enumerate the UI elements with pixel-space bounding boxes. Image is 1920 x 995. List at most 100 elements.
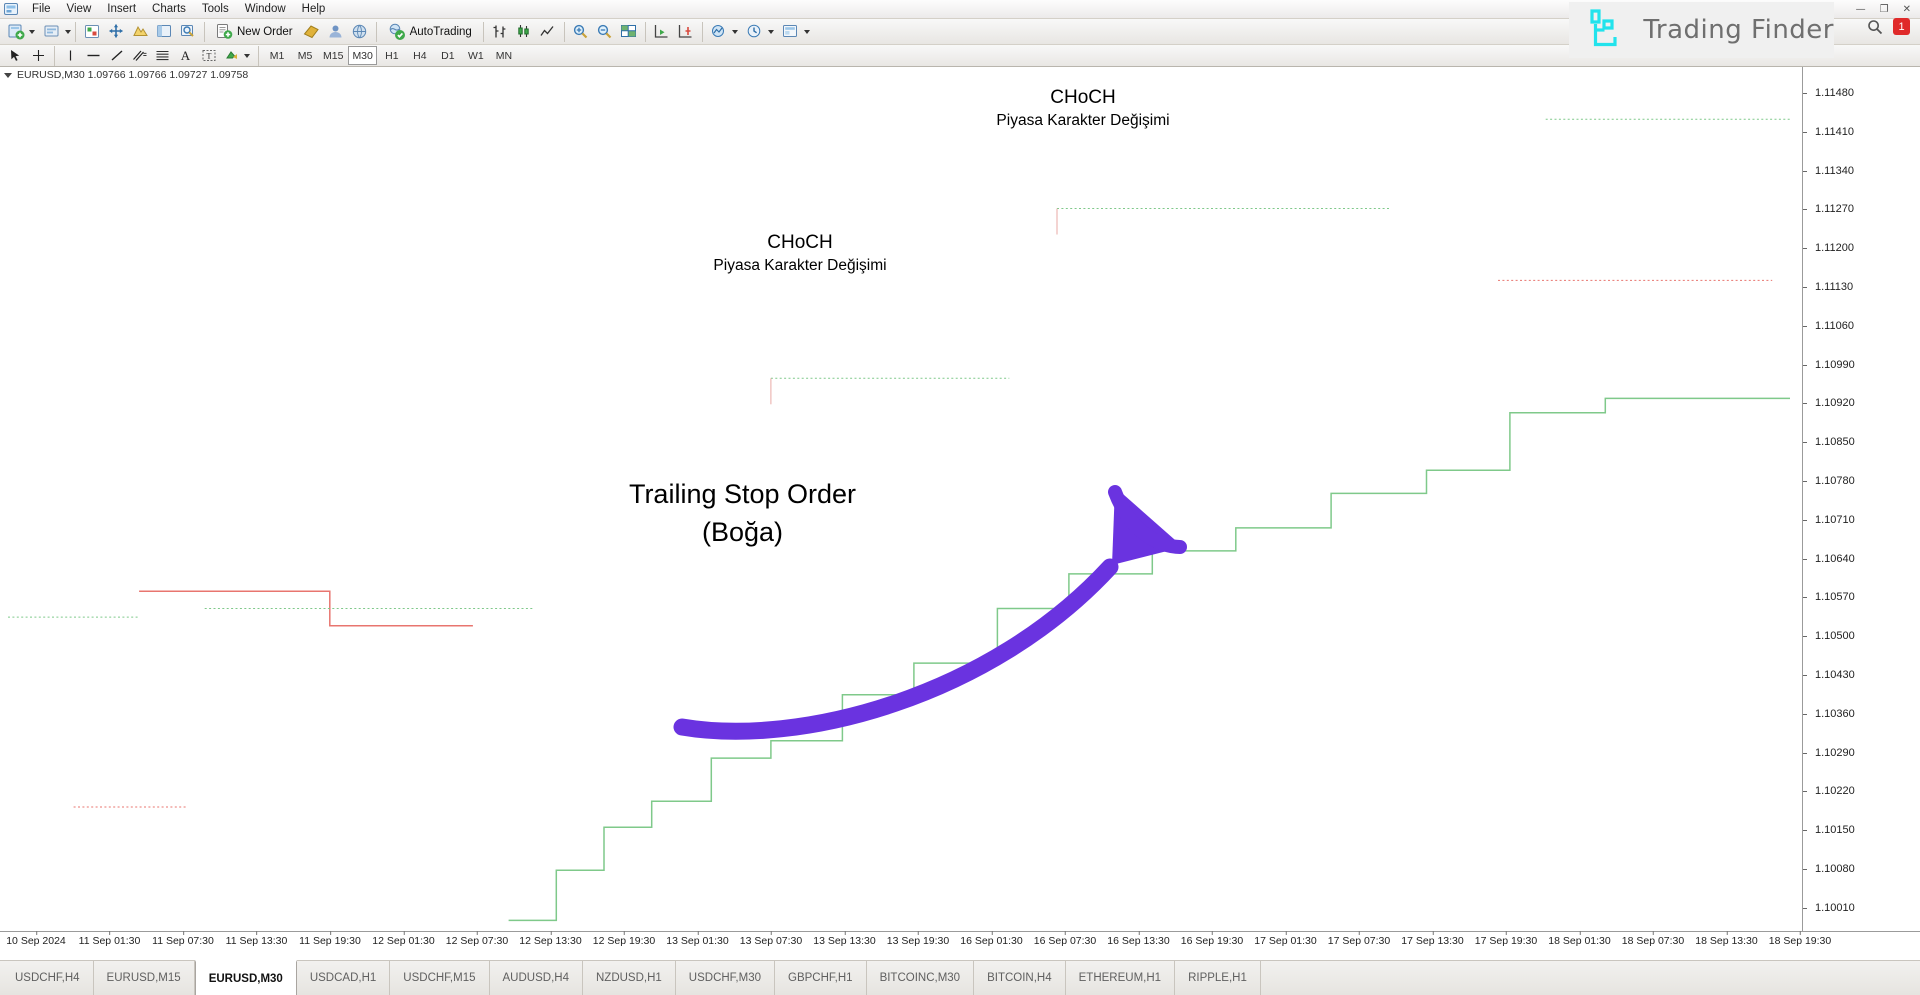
globe-button[interactable] bbox=[349, 21, 371, 43]
line-chart-button[interactable] bbox=[537, 21, 559, 43]
annotation-subtitle: Piyasa Karakter Değişimi bbox=[996, 112, 1170, 129]
autotrading-button[interactable]: AutoTrading bbox=[382, 21, 478, 43]
trading-finder-logo: Trading Finder bbox=[1569, 2, 1834, 58]
cursor-button[interactable] bbox=[5, 46, 26, 65]
price-scale[interactable]: 1.11480 1.11410 1.11340 1.11270 1.11200 1.111… bbox=[1802, 67, 1920, 931]
timeframe-m15[interactable]: M15 bbox=[320, 46, 346, 65]
chart-menu-icon[interactable] bbox=[4, 72, 12, 78]
chart-tab[interactable]: BITCOINC,M30 bbox=[867, 961, 975, 995]
periods-dropdown-icon[interactable] bbox=[767, 29, 774, 34]
chart-area[interactable]: EURUSD,M30 1.09766 1.09766 1.09727 1.097… bbox=[0, 67, 1920, 960]
templates-button[interactable] bbox=[780, 21, 802, 43]
menu-item-tools[interactable]: Tools bbox=[194, 1, 237, 17]
data-window-button[interactable] bbox=[153, 21, 175, 43]
timeframe-h4[interactable]: H4 bbox=[407, 46, 433, 65]
vertical-line-button[interactable] bbox=[60, 46, 81, 65]
new-chart-dropdown-icon[interactable] bbox=[29, 29, 35, 34]
text-label-button[interactable]: T bbox=[198, 46, 219, 65]
profiles-dropdown-icon[interactable] bbox=[65, 29, 71, 34]
zoom-out-button[interactable] bbox=[594, 21, 616, 43]
price-tick: 1.10150 bbox=[1803, 824, 1920, 836]
zoom-in-button[interactable] bbox=[570, 21, 592, 43]
time-tick: 13 Sep 13:30 bbox=[813, 931, 876, 947]
menu-item-help[interactable]: Help bbox=[294, 1, 334, 17]
crosshair-button[interactable] bbox=[28, 46, 49, 65]
equidistant-channel-button[interactable] bbox=[129, 46, 150, 65]
minimize-button[interactable]: — bbox=[1849, 4, 1873, 15]
price-tick: 1.10220 bbox=[1803, 785, 1920, 797]
shapes-button[interactable] bbox=[221, 46, 242, 65]
time-tick: 11 Sep 19:30 bbox=[299, 931, 361, 947]
price-tick: 1.10360 bbox=[1803, 708, 1920, 720]
text-button[interactable]: A bbox=[175, 46, 196, 65]
indicators-dropdown-icon[interactable] bbox=[731, 29, 738, 34]
time-tick: 10 Sep 2024 bbox=[6, 931, 66, 947]
profiles-button[interactable] bbox=[41, 21, 63, 43]
timeframe-d1[interactable]: D1 bbox=[435, 46, 461, 65]
bullish-arrow-annotation bbox=[673, 485, 1187, 740]
new-order-button[interactable]: New Order bbox=[210, 21, 299, 43]
new-chart-button[interactable] bbox=[5, 21, 27, 43]
chart-tab[interactable]: USDCHF,H4 bbox=[2, 961, 94, 995]
time-tick: 18 Sep 07:30 bbox=[1621, 931, 1685, 947]
menu-item-view[interactable]: View bbox=[59, 1, 100, 17]
chart-tab[interactable]: EURUSD,M15 bbox=[94, 961, 195, 995]
autotrading-label: AutoTrading bbox=[409, 25, 472, 38]
maximize-button[interactable]: ❐ bbox=[1873, 4, 1896, 15]
timeframe-mn[interactable]: MN bbox=[491, 46, 517, 65]
time-tick: 16 Sep 01:30 bbox=[960, 931, 1023, 947]
navigator-button[interactable] bbox=[105, 21, 127, 43]
horizontal-line-button[interactable] bbox=[83, 46, 104, 65]
new-order-label: New Order bbox=[237, 25, 293, 38]
notification-badge[interactable]: 1 bbox=[1893, 18, 1910, 35]
time-tick: 18 Sep 19:30 bbox=[1768, 931, 1832, 947]
chart-tab[interactable]: NZDUSD,H1 bbox=[583, 961, 676, 995]
time-tick: 16 Sep 13:30 bbox=[1107, 931, 1170, 947]
chart-tab[interactable]: AUDUSD,H4 bbox=[490, 961, 583, 995]
toolbar-separator bbox=[204, 21, 205, 42]
chart-tab[interactable]: USDCAD,H1 bbox=[297, 961, 391, 995]
annotation-title: CHoCH bbox=[1050, 87, 1116, 108]
time-tick: 13 Sep 07:30 bbox=[739, 931, 803, 947]
close-button[interactable]: ✕ bbox=[1896, 4, 1918, 15]
new-order-icon bbox=[217, 24, 233, 39]
fibonacci-retracement-button[interactable] bbox=[152, 46, 173, 65]
menu-item-file[interactable]: File bbox=[24, 1, 59, 17]
strategy-tester-button[interactable] bbox=[177, 21, 199, 43]
app-icon bbox=[4, 2, 18, 16]
timeframe-h1[interactable]: H1 bbox=[379, 46, 405, 65]
chart-tab[interactable]: EURUSD,M30 bbox=[194, 960, 297, 995]
timeframe-m1[interactable]: M1 bbox=[264, 46, 290, 65]
shapes-dropdown-icon[interactable] bbox=[244, 53, 250, 58]
menu-item-insert[interactable]: Insert bbox=[99, 1, 144, 17]
periods-button[interactable] bbox=[744, 21, 766, 43]
templates-dropdown-icon[interactable] bbox=[803, 29, 810, 34]
menu-item-charts[interactable]: Charts bbox=[144, 1, 194, 17]
chart-tab[interactable]: GBPCHF,H1 bbox=[775, 961, 867, 995]
chart-tab[interactable]: RIPPLE,H1 bbox=[1175, 961, 1261, 995]
window-controls: — ❐ ✕ bbox=[1849, 0, 1918, 19]
timeframe-m5[interactable]: M5 bbox=[292, 46, 318, 65]
menu-item-window[interactable]: Window bbox=[237, 1, 294, 17]
timeframe-m30[interactable]: M30 bbox=[348, 46, 377, 65]
chart-shift-button[interactable] bbox=[675, 21, 697, 43]
experts-button[interactable] bbox=[325, 21, 347, 43]
candlestick-chart-button[interactable] bbox=[513, 21, 535, 43]
chart-tab[interactable]: USDCHF,M15 bbox=[390, 961, 490, 995]
annotation-choch-2: CHoCH Piyasa Karakter Değişimi bbox=[963, 87, 1203, 130]
toolbar-separator bbox=[563, 21, 565, 42]
metaeditor-button[interactable] bbox=[301, 21, 323, 43]
search-icon[interactable] bbox=[1867, 19, 1883, 35]
market-watch-button[interactable] bbox=[81, 21, 103, 43]
indicators-button[interactable] bbox=[708, 21, 730, 43]
time-scale[interactable]: 10 Sep 2024 11 Sep 01:30 11 Sep 07:30 11 Se… bbox=[0, 931, 1920, 951]
timeframe-w1[interactable]: W1 bbox=[463, 46, 489, 65]
chart-tab[interactable]: USDCHF,M30 bbox=[676, 961, 776, 995]
grid-button[interactable] bbox=[618, 21, 640, 43]
bar-chart-button[interactable] bbox=[489, 21, 511, 43]
terminal-button[interactable] bbox=[129, 21, 151, 43]
trendline-button[interactable] bbox=[106, 46, 127, 65]
auto-scroll-button[interactable] bbox=[651, 21, 673, 43]
chart-tab[interactable]: ETHEREUM,H1 bbox=[1066, 961, 1176, 995]
chart-tab[interactable]: BITCOIN,H4 bbox=[974, 961, 1066, 995]
